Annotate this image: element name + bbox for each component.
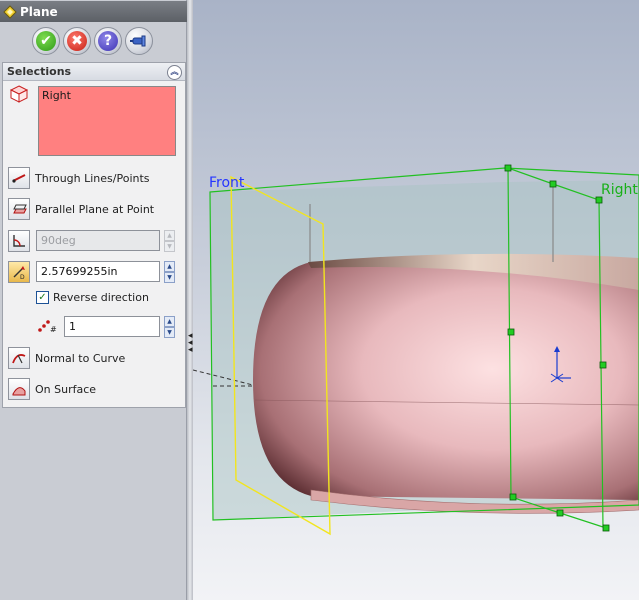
distance-row: D: [8, 261, 35, 283]
selections-header-label: Selections: [7, 65, 72, 78]
distance-input[interactable]: 2.57699255in: [36, 261, 160, 282]
help-button[interactable]: ?: [94, 27, 122, 55]
option-label: Parallel Plane at Point: [35, 202, 155, 216]
option-parallel-plane[interactable]: Parallel Plane at Point: [8, 198, 154, 220]
ok-button[interactable]: ✔: [32, 27, 60, 55]
svg-text:#: #: [50, 325, 57, 334]
property-manager-title: Plane: [20, 4, 58, 19]
splitter-grip-icon[interactable]: ◂ ◂ ◂: [188, 332, 193, 355]
model-scene[interactable]: [193, 0, 639, 600]
reference-selection-list[interactable]: Right: [38, 86, 176, 156]
instances-icon: #: [38, 320, 57, 334]
option-on-surface[interactable]: On Surface: [8, 378, 96, 400]
model-body[interactable]: [253, 262, 639, 500]
selections-group: Selections ︽ Right Through Lines/Points …: [2, 62, 186, 408]
parallel-plane-icon[interactable]: [8, 198, 30, 220]
push-pin-icon: [130, 35, 146, 47]
option-normal-to-curve[interactable]: Normal to Curve: [8, 347, 125, 369]
distance-icon[interactable]: D: [8, 261, 30, 283]
angle-input[interactable]: 90deg: [36, 230, 160, 251]
reverse-direction-checkbox[interactable]: ✓: [36, 291, 49, 304]
normal-to-curve-icon[interactable]: [8, 347, 30, 369]
reverse-direction-label: Reverse direction: [53, 291, 149, 304]
angle-row: [8, 230, 35, 252]
reverse-direction-row[interactable]: ✓ Reverse direction: [36, 291, 149, 304]
instances-input[interactable]: 1: [64, 316, 160, 337]
distance-spinner[interactable]: ▲ ▼: [164, 261, 175, 283]
property-manager-title-bar: Plane: [0, 1, 188, 22]
property-manager: Plane ✔ ✖ ? Selections ︽ Right Through L…: [0, 0, 188, 600]
graphics-viewport[interactable]: Front Right: [193, 0, 639, 600]
angle-spinner[interactable]: ▲ ▼: [164, 230, 175, 252]
check-icon: ✔: [36, 31, 56, 51]
instances-spinner[interactable]: ▲ ▼: [164, 316, 175, 338]
option-label: Normal to Curve: [35, 351, 126, 365]
option-through-lines-points[interactable]: Through Lines/Points: [8, 167, 150, 189]
option-label: On Surface: [35, 382, 97, 396]
reference-item[interactable]: Right: [42, 89, 172, 102]
svg-text:D: D: [20, 274, 25, 280]
option-label: Through Lines/Points: [35, 171, 150, 185]
plane-feature-icon: [3, 4, 17, 19]
angle-icon[interactable]: [8, 230, 30, 252]
through-lines-points-icon[interactable]: [8, 167, 30, 189]
reference-cube-icon: [9, 85, 29, 103]
question-icon: ?: [98, 31, 118, 51]
right-plane-label[interactable]: Right: [601, 182, 638, 198]
action-buttons: ✔ ✖ ?: [32, 27, 153, 55]
cancel-button[interactable]: ✖: [63, 27, 91, 55]
keep-visible-button[interactable]: [125, 27, 153, 55]
selections-header[interactable]: Selections ︽: [3, 63, 185, 81]
front-plane-label[interactable]: Front: [209, 175, 244, 191]
collapse-chevron-icon[interactable]: ︽: [167, 65, 182, 80]
on-surface-icon[interactable]: [8, 378, 30, 400]
x-icon: ✖: [67, 31, 87, 51]
